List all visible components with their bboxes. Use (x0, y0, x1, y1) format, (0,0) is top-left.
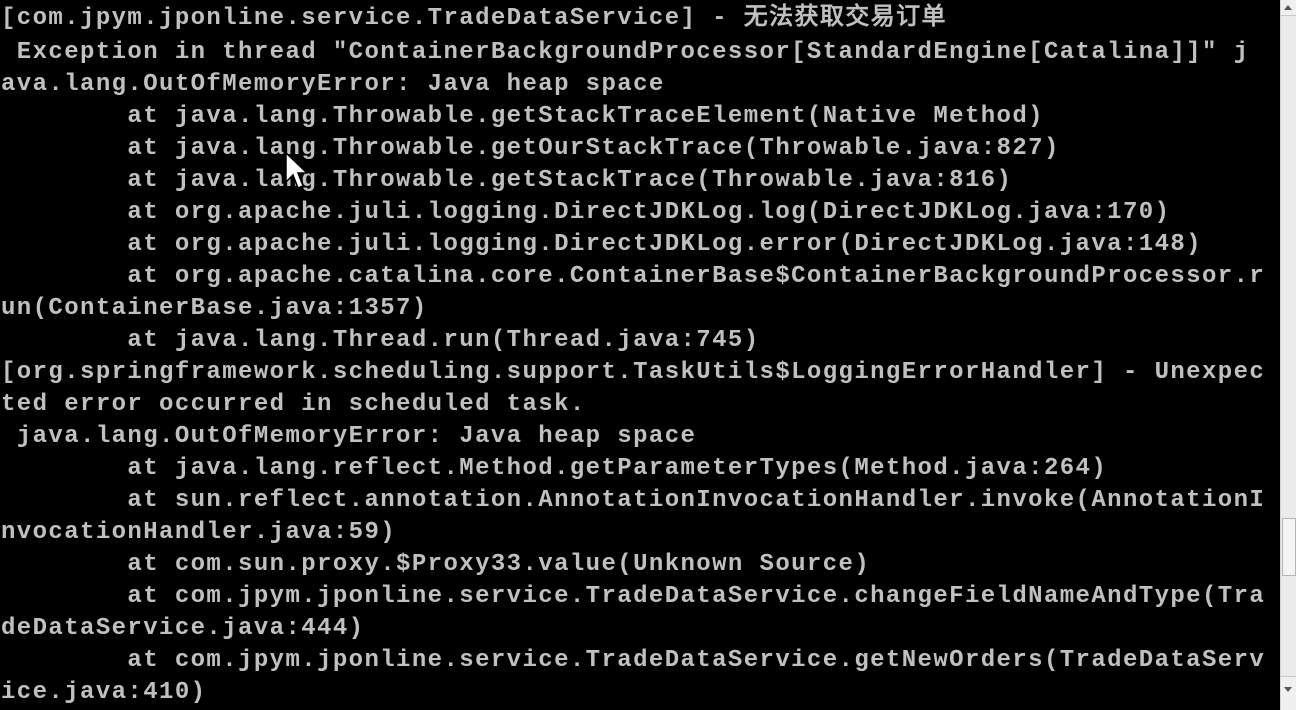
console-line: at sun.reflect.annotation.AnnotationInvo… (1, 487, 1266, 514)
console-line: deDataService.java:444) (1, 615, 365, 642)
console-line: ted error occurred in scheduled task. (1, 391, 586, 418)
console-line: at java.lang.Thread.run(Thread.java:745) (1, 327, 760, 354)
scrollbar-thumb[interactable] (1282, 518, 1296, 576)
console-line: Exception in thread "ContainerBackground… (1, 39, 1250, 66)
chevron-down-icon (1284, 687, 1292, 692)
console-line: ice.java:410) (1, 679, 207, 706)
scroll-up-button[interactable] (1281, 0, 1296, 16)
scroll-down-button[interactable] (1281, 676, 1296, 710)
console-line: ava.lang.OutOfMemoryError: Java heap spa… (1, 71, 665, 98)
console-line: java.lang.OutOfMemoryError: Java heap sp… (1, 423, 697, 450)
console-line: at java.lang.Throwable.getStackTraceElem… (1, 103, 1044, 130)
console-line: at org.apache.juli.logging.DirectJDKLog.… (1, 231, 1202, 258)
console-line: un(ContainerBase.java:1357) (1, 295, 428, 322)
console-line: at org.apache.juli.logging.DirectJDKLog.… (1, 199, 1171, 226)
vertical-scrollbar[interactable] (1280, 0, 1296, 710)
console-line: at org.apache.catalina.core.ContainerBas… (1, 263, 1266, 290)
console-line: nvocationHandler.java:59) (1, 519, 397, 546)
console-line: at com.jpym.jponline.service.TradeDataSe… (1, 647, 1266, 674)
chevron-up-icon (1284, 5, 1292, 10)
console-output[interactable]: [com.jpym.jponline.service.TradeDataServ… (0, 0, 1280, 710)
console-line: at com.sun.proxy.$Proxy33.value(Unknown … (1, 551, 871, 578)
console-line: at java.lang.Throwable.getStackTrace(Thr… (1, 167, 1013, 194)
console-line: at java.lang.Throwable.getOurStackTrace(… (1, 135, 1060, 162)
console-line: at java.lang.reflect.Method.getParameter… (1, 455, 1108, 482)
console-line: [org.springframework.scheduling.support.… (1, 359, 1266, 386)
console-line: at com.jpym.jponline.service.TradeDataSe… (1, 583, 1266, 610)
mouse-pointer-icon (285, 152, 308, 189)
console-line: [com.jpym.jponline.service.TradeDataServ… (1, 5, 947, 32)
